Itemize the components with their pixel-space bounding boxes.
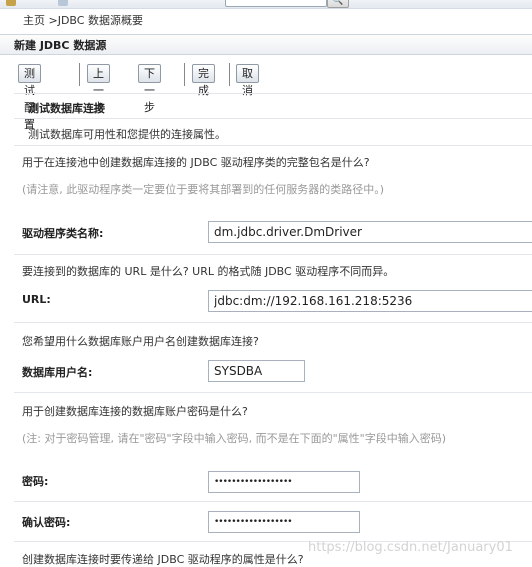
driver-question: 用于在连接池中创建数据库连接的 JDBC 驱动程序类的完整包名是什么? — [22, 156, 370, 169]
driver-class-label: 驱动程序类名称: — [22, 227, 104, 240]
url-question: 要连接到的数据库的 URL 是什么? URL 的格式随 JDBC 驱动程序不同而… — [22, 265, 395, 278]
toolbar-icon[interactable] — [58, 0, 68, 6]
section-description: 测试数据库可用性和您提供的连接属性。 — [28, 128, 226, 141]
divider — [14, 392, 532, 393]
button-separator — [184, 63, 185, 86]
breadcrumb-separator: > — [45, 14, 58, 27]
next-button[interactable]: 下一步 — [138, 64, 161, 114]
top-toolbar-strip: 🔍 — [0, 0, 532, 9]
search-icon[interactable]: 🔍 — [327, 0, 349, 8]
search-input[interactable] — [225, 0, 327, 7]
password-question: 用于创建数据库连接的数据库账户密码是什么? — [22, 405, 248, 418]
confirm-password-label: 确认密码: — [22, 516, 71, 529]
driver-note: (请注意, 此驱动程序类一定要位于要将其部署到的任何服务器的类路径中。) — [22, 183, 385, 196]
breadcrumb: 主页 >JDBC 数据源概要 — [23, 12, 143, 28]
cancel-button[interactable]: 取消 — [236, 64, 259, 97]
divider — [14, 322, 532, 323]
breadcrumb-home-link[interactable]: 主页 — [23, 14, 45, 27]
button-separator — [229, 63, 230, 86]
toolbar-icon[interactable] — [6, 0, 16, 6]
breadcrumb-current: JDBC 数据源概要 — [57, 14, 143, 27]
divider — [14, 254, 532, 255]
test-configuration-button[interactable]: 测试配置 — [18, 64, 41, 131]
properties-question: 创建数据库连接时要传递给 JDBC 驱动程序的属性是什么? — [22, 553, 304, 566]
divider — [14, 501, 532, 502]
password-note: (注: 对于密码管理, 请在"密码"字段中输入密码, 而不是在下面的"属性"字段… — [22, 432, 447, 445]
section-heading: 测试数据库连接 — [28, 102, 105, 115]
divider — [14, 118, 532, 119]
back-button[interactable]: 上一步 — [87, 64, 110, 114]
finish-button[interactable]: 完成 — [192, 64, 215, 97]
divider — [14, 145, 532, 146]
password-input[interactable] — [208, 471, 360, 493]
button-separator — [79, 63, 80, 86]
user-question: 您希望用什么数据库账户用户名创建数据库连接? — [22, 335, 259, 348]
username-label: 数据库用户名: — [22, 366, 93, 379]
password-label: 密码: — [22, 475, 49, 488]
confirm-password-input[interactable] — [208, 511, 360, 533]
watermark: https://blog.csdn.net/January01 — [308, 540, 513, 555]
divider — [14, 93, 532, 94]
url-label: URL: — [22, 293, 51, 306]
url-input[interactable] — [208, 290, 532, 312]
panel-title: 新建 JDBC 数据源 — [0, 34, 532, 55]
username-input[interactable] — [208, 360, 305, 382]
driver-class-input[interactable] — [208, 221, 532, 243]
